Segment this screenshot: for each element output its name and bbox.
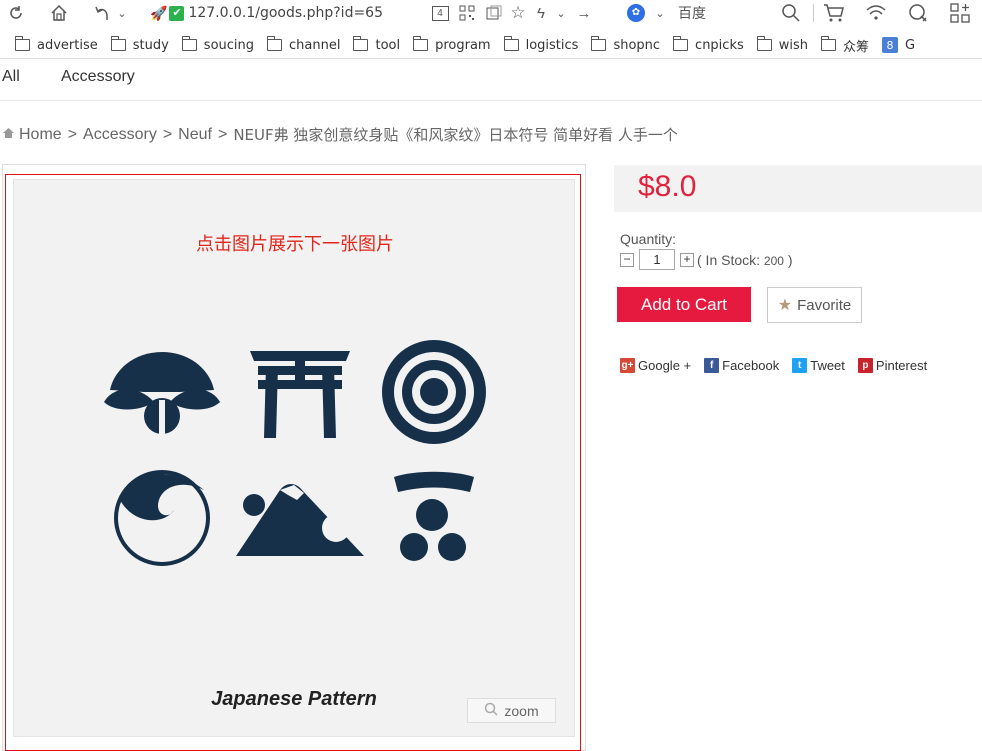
browser-toolbar: ⌄ 🚀 ✔ 127.0.0.1/goods.php?id=65 4 ☆ ϟ ⌄ … (0, 0, 982, 28)
bookmark-item[interactable]: cnpicks (673, 36, 744, 53)
folder-icon (413, 36, 429, 51)
google-icon: 8 (882, 37, 899, 53)
share-facebook[interactable]: f Facebook (704, 358, 779, 373)
folder-icon (756, 36, 772, 51)
breadcrumb-neuf[interactable]: Neuf (178, 126, 212, 144)
decrement-button[interactable]: − (620, 252, 634, 267)
toolbar-divider (813, 4, 814, 22)
cart-icon[interactable] (822, 2, 846, 24)
folder-icon (267, 36, 283, 51)
zoom-label: zoom (504, 702, 539, 719)
breadcrumb-current[interactable]: NEUF弗 独家创意纹身贴《和风家纹》日本符号 简单好看 人手一个 (233, 124, 678, 145)
home-icon (2, 126, 15, 144)
wifi-icon[interactable] (864, 2, 888, 24)
lightning-icon[interactable]: ϟ (532, 2, 550, 24)
quantity-input[interactable]: 1 (639, 249, 675, 270)
quantity-stepper: − 1 + ( In Stock: 200 ) (620, 249, 793, 270)
favorite-button[interactable]: ★ Favorite (767, 287, 862, 323)
torii-gate-icon (250, 351, 350, 438)
search-icon[interactable] (780, 2, 802, 24)
share-twitter[interactable]: t Tweet (792, 358, 845, 373)
product-price: $8.0 (638, 170, 697, 203)
folder-icon (181, 36, 197, 51)
folder-icon (821, 36, 837, 51)
search-engine-label[interactable]: 百度 (678, 2, 706, 24)
nav-item-accessory[interactable]: Accessory (61, 68, 135, 86)
quantity-label: Quantity: (620, 231, 677, 247)
folder-icon (673, 36, 689, 51)
bookmark-item[interactable]: tool (353, 36, 400, 53)
apps-grid-icon[interactable] (948, 2, 972, 24)
block-icon[interactable] (906, 2, 930, 24)
wave-crest-icon (114, 470, 210, 566)
tab-counter-icon[interactable]: 4 (430, 2, 450, 24)
chrysanthemum-crest-icon (382, 340, 486, 444)
bookmarks-bar: advertise study soucing channel tool pro… (0, 33, 982, 57)
stones-crest-icon (394, 471, 474, 561)
share-pinterest[interactable]: p Pinterest (857, 358, 927, 373)
magnifier-icon (484, 702, 498, 719)
chevron-down-icon[interactable]: ⌄ (116, 2, 128, 24)
folder-icon (110, 36, 126, 51)
stock-count: 200 (763, 253, 784, 268)
breadcrumb-separator: > (67, 125, 78, 143)
chevron-down-icon[interactable]: ⌄ (555, 2, 567, 24)
bookmark-item[interactable]: advertise (15, 36, 98, 53)
bookmark-item[interactable]: program (413, 36, 491, 53)
home-icon[interactable] (48, 2, 70, 24)
breadcrumb-home[interactable]: Home (19, 126, 62, 144)
paw-icon[interactable]: ✿ (626, 2, 646, 24)
nav-item-all[interactable]: All (2, 68, 20, 86)
bookmark-item-google[interactable]: 8G (882, 37, 915, 53)
bookmark-item[interactable]: 众筹 (821, 36, 869, 55)
breadcrumb: Home > Accessory > Neuf > NEUF弗 独家创意纹身贴《… (2, 124, 678, 145)
bookmark-item[interactable]: wish (756, 36, 808, 53)
category-nav: All Accessory (0, 59, 982, 101)
undo-icon[interactable] (92, 2, 112, 24)
bookmark-item[interactable]: study (110, 36, 169, 53)
favorite-label: Favorite (797, 296, 852, 314)
url-text[interactable]: 127.0.0.1/goods.php?id=65 (188, 5, 383, 21)
pinterest-icon: p (857, 358, 873, 373)
add-to-cart-button[interactable]: Add to Cart (617, 287, 751, 322)
bookmark-item[interactable]: soucing (181, 36, 254, 53)
folder-icon (591, 36, 607, 51)
price-box: $8.0 (614, 165, 982, 212)
breadcrumb-separator: > (217, 125, 228, 143)
bookmark-item[interactable]: channel (267, 36, 340, 53)
qr-code-icon[interactable] (457, 2, 477, 24)
refresh-icon[interactable] (6, 2, 26, 24)
folder-icon (353, 36, 369, 51)
facebook-icon: f (704, 358, 720, 373)
japanese-crests-illustration (104, 340, 486, 566)
mount-fuji-icon (236, 484, 364, 556)
stock-info: ( In Stock: 200 ) (697, 251, 793, 268)
twitter-icon: t (792, 358, 808, 373)
bookmark-item[interactable]: logistics (503, 36, 578, 53)
rocket-icon: 🚀 (150, 4, 168, 21)
forward-arrow-icon[interactable]: → (575, 2, 593, 24)
share-bar: g+ Google + f Facebook t Tweet p Pintere… (620, 358, 940, 373)
breadcrumb-separator: > (162, 125, 173, 143)
ginkgo-crest-icon (104, 352, 220, 436)
product-image[interactable]: 点击图片展示下一张图片 Japanese Pattern zoom (13, 179, 575, 737)
google-plus-icon: g+ (620, 358, 635, 373)
share-google-plus[interactable]: g+ Google + (620, 358, 691, 373)
folder-icon (503, 36, 519, 51)
address-bar[interactable]: 🚀 ✔ 127.0.0.1/goods.php?id=65 (150, 2, 383, 24)
folder-icon (15, 36, 30, 51)
secure-check-icon: ✔ (169, 5, 185, 21)
screenshot-icon[interactable] (484, 2, 504, 24)
zoom-button[interactable]: zoom (467, 698, 556, 723)
increment-button[interactable]: + (680, 252, 694, 267)
image-caption: Japanese Pattern (211, 688, 377, 710)
star-icon: ★ (777, 297, 793, 314)
breadcrumb-accessory[interactable]: Accessory (83, 126, 157, 144)
bookmark-star-icon[interactable]: ☆ (508, 2, 528, 24)
bookmark-item[interactable]: shopnc (591, 36, 660, 53)
chevron-down-icon[interactable]: ⌄ (654, 2, 666, 24)
